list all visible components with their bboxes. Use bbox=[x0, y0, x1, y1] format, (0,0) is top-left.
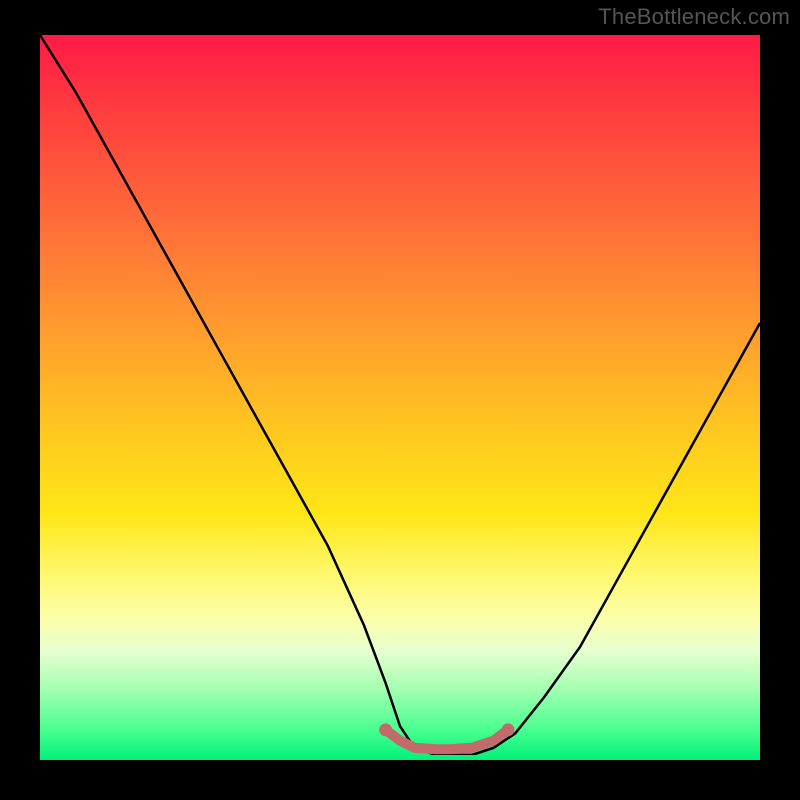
curve-layer bbox=[40, 35, 760, 755]
plot-area bbox=[40, 35, 760, 760]
optimal-zone-start-dot bbox=[379, 723, 392, 736]
bottleneck-curve bbox=[40, 35, 760, 755]
chart-frame: TheBottleneck.com bbox=[0, 0, 800, 800]
watermark-text: TheBottleneck.com bbox=[598, 4, 790, 30]
optimal-zone-end-dot bbox=[502, 723, 515, 736]
